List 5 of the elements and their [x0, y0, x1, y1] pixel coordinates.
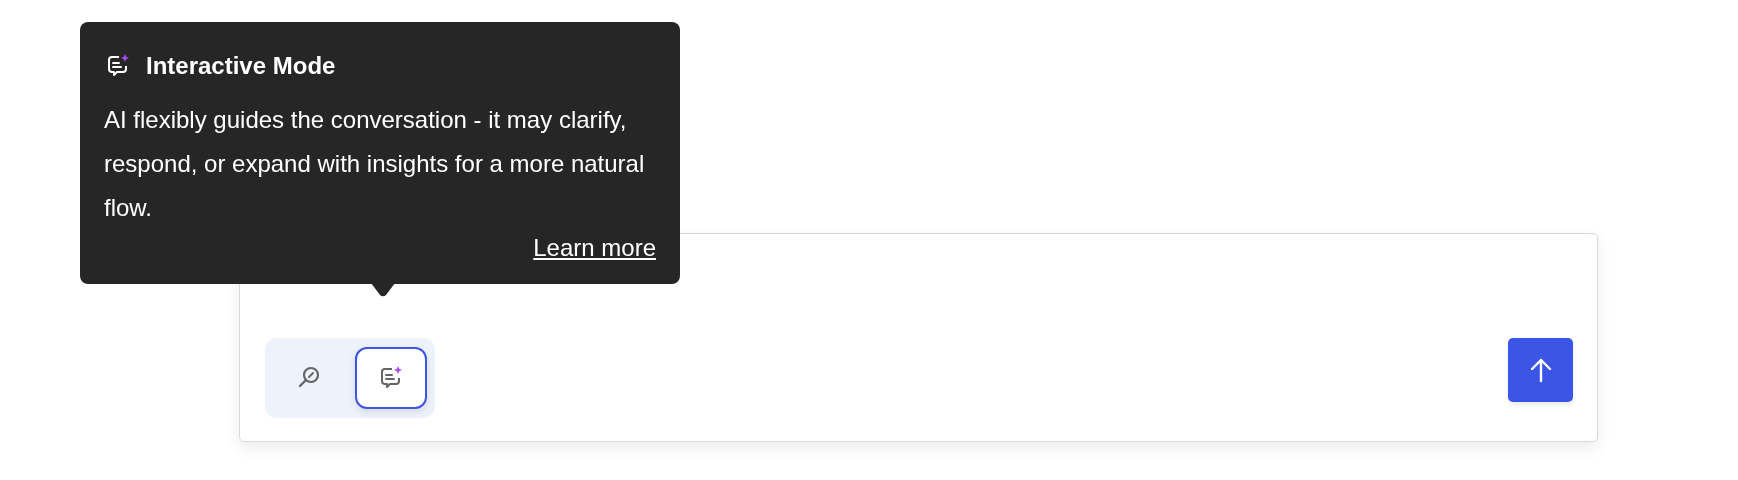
learn-more-link[interactable]: Learn more — [533, 234, 656, 262]
mode-button[interactable] — [355, 347, 427, 409]
tooltip-description: AI flexibly guides the conversation - it may clarify, respond, or expand with insights for a more natural flow. — [104, 105, 646, 223]
tooltip-title: Interactive Mode — [146, 52, 336, 80]
send-button[interactable] — [1508, 338, 1573, 402]
